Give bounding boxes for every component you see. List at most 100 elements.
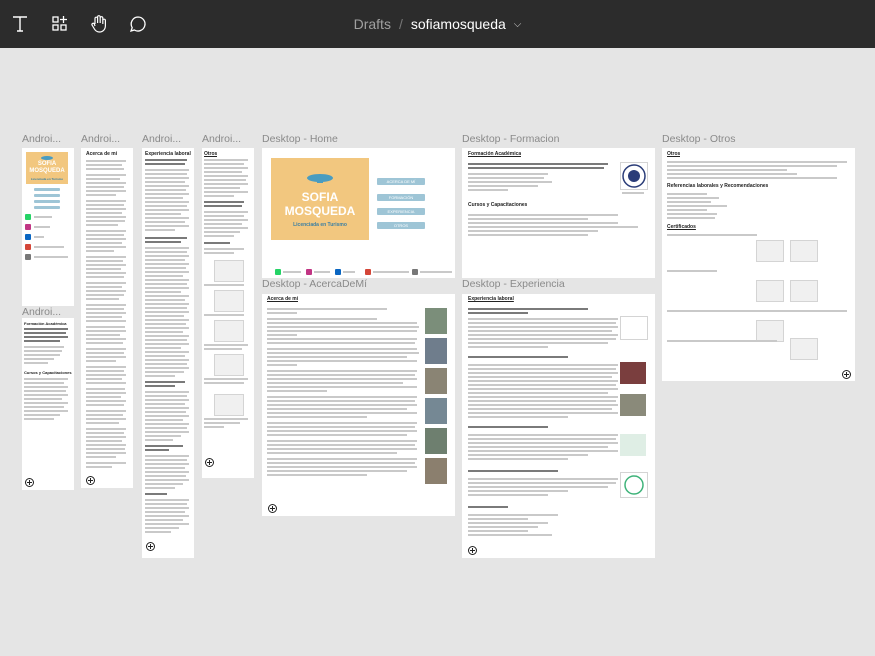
nav-pill[interactable] — [34, 200, 60, 203]
frame-label[interactable]: Androi... — [22, 133, 74, 145]
text-line — [34, 246, 64, 248]
breadcrumb-project[interactable]: Drafts — [354, 16, 391, 32]
certificate-thumbnail[interactable] — [756, 280, 784, 302]
frame-label[interactable]: Androi... — [22, 306, 74, 318]
text-line — [86, 164, 122, 166]
text-line — [145, 359, 189, 361]
section-heading: Acerca de mí — [86, 151, 118, 157]
nav-pill[interactable] — [34, 206, 60, 209]
frame-desktop-acerca[interactable]: Acerca de mí — [262, 294, 455, 516]
text-line — [86, 374, 126, 376]
certificate-thumbnail[interactable] — [214, 320, 244, 342]
text-line — [468, 368, 616, 370]
nav-acerca-button[interactable]: ACERCA DE MÍ — [377, 178, 425, 185]
instagram-icon[interactable] — [25, 224, 31, 230]
text-line — [145, 173, 187, 175]
certificate-thumbnail[interactable] — [214, 290, 244, 312]
text-line — [145, 295, 189, 297]
text-line — [145, 419, 183, 421]
text-line — [145, 193, 189, 195]
email-icon[interactable] — [365, 269, 371, 275]
frame-label[interactable]: Desktop - AcercaDeMí — [262, 278, 462, 290]
add-section-icon[interactable] — [86, 476, 95, 485]
nav-experiencia-button[interactable]: EXPERIENCIA — [377, 208, 425, 215]
linkedin-icon[interactable] — [25, 234, 31, 240]
text-line — [86, 338, 126, 340]
frame-android-experiencia[interactable]: Experiencia laboral — [142, 148, 194, 558]
text-line — [145, 455, 189, 457]
frame-desktop-experiencia[interactable]: Experiencia laboral — [462, 294, 655, 558]
text-line — [145, 423, 189, 425]
frame-label[interactable]: Desktop - Otros — [662, 133, 852, 145]
text-line — [204, 159, 248, 161]
add-section-icon[interactable] — [146, 542, 155, 551]
linkedin-icon[interactable] — [335, 269, 341, 275]
text-line — [468, 534, 552, 536]
breadcrumb: Drafts / sofiamosqueda ⌵ — [0, 0, 875, 48]
add-section-icon[interactable] — [468, 546, 477, 555]
add-section-icon[interactable] — [25, 478, 34, 487]
text-line — [86, 388, 125, 390]
design-canvas[interactable]: Androi... Androi... Androi... Androi... … — [0, 48, 875, 656]
certificate-thumbnail[interactable] — [790, 240, 818, 262]
whatsapp-icon[interactable] — [275, 269, 281, 275]
add-section-icon[interactable] — [842, 370, 851, 379]
text-line — [24, 390, 66, 392]
text-line — [145, 307, 187, 309]
frame-label[interactable]: Androi... — [81, 133, 133, 145]
text-line — [468, 380, 618, 382]
frame-desktop-formacion[interactable]: Formación Académica Cursos y Capacitacio… — [462, 148, 655, 278]
frame-label[interactable]: Desktop - Home — [262, 133, 462, 145]
text-line — [86, 366, 126, 368]
text-line — [34, 256, 68, 258]
whatsapp-icon[interactable] — [25, 214, 31, 220]
text-line — [86, 204, 124, 206]
text-line — [145, 205, 187, 207]
chevron-down-icon[interactable]: ⌵ — [514, 19, 522, 30]
text-line — [145, 331, 183, 333]
text-line — [667, 310, 847, 312]
frame-android-otros[interactable]: Otros — [202, 148, 254, 478]
add-section-icon[interactable] — [268, 504, 277, 513]
text-line — [86, 334, 120, 336]
certificate-thumbnail[interactable] — [214, 260, 244, 282]
text-line — [468, 181, 552, 183]
frame-label[interactable]: Desktop - Experiencia — [462, 278, 652, 290]
nav-otros-button[interactable]: OTROS — [377, 222, 425, 229]
certificate-thumbnail[interactable] — [790, 280, 818, 302]
frame-android-formacion[interactable]: Formación Académica Cursos y Capacitacio… — [22, 318, 74, 490]
certificate-thumbnail[interactable] — [756, 240, 784, 262]
text-line — [468, 334, 618, 336]
breadcrumb-file-name[interactable]: sofiamosqueda — [411, 16, 506, 32]
frame-label[interactable]: Androi... — [202, 133, 254, 145]
text-line — [86, 418, 126, 420]
nav-pill[interactable] — [34, 188, 60, 191]
certificate-thumbnail[interactable] — [790, 338, 818, 360]
frame-desktop-otros[interactable]: Otros Referencias laborales y Recomendac… — [662, 148, 855, 381]
nav-formacion-button[interactable]: FORMACIÓN — [377, 194, 425, 201]
text-line — [145, 487, 175, 489]
text-line — [145, 267, 186, 269]
text-line — [468, 478, 618, 480]
add-section-icon[interactable] — [205, 458, 214, 467]
text-line — [267, 312, 297, 314]
frame-android-acerca[interactable]: Acerca de mí — [81, 148, 133, 488]
nav-pill[interactable] — [34, 194, 60, 197]
frame-android-home[interactable]: SOFIA MOSQUEDA Licenciada en Turismo — [22, 148, 74, 306]
text-line — [145, 391, 189, 393]
text-line — [145, 527, 179, 529]
text-line — [468, 458, 568, 460]
certificate-thumbnail[interactable] — [214, 354, 244, 376]
certificate-thumbnail[interactable] — [756, 320, 784, 342]
text-line — [468, 230, 598, 232]
text-line — [86, 352, 124, 354]
text-line — [24, 340, 60, 342]
email-icon[interactable] — [25, 244, 31, 250]
frame-label[interactable]: Desktop - Formacion — [462, 133, 652, 145]
frame-label[interactable]: Androi... — [142, 133, 194, 145]
instagram-icon[interactable] — [306, 269, 312, 275]
frame-desktop-home[interactable]: SOFIA MOSQUEDA Licenciada en Turismo ACE… — [262, 148, 455, 278]
text-line — [86, 178, 120, 180]
certificate-thumbnail[interactable] — [214, 394, 244, 416]
text-line — [267, 318, 377, 320]
